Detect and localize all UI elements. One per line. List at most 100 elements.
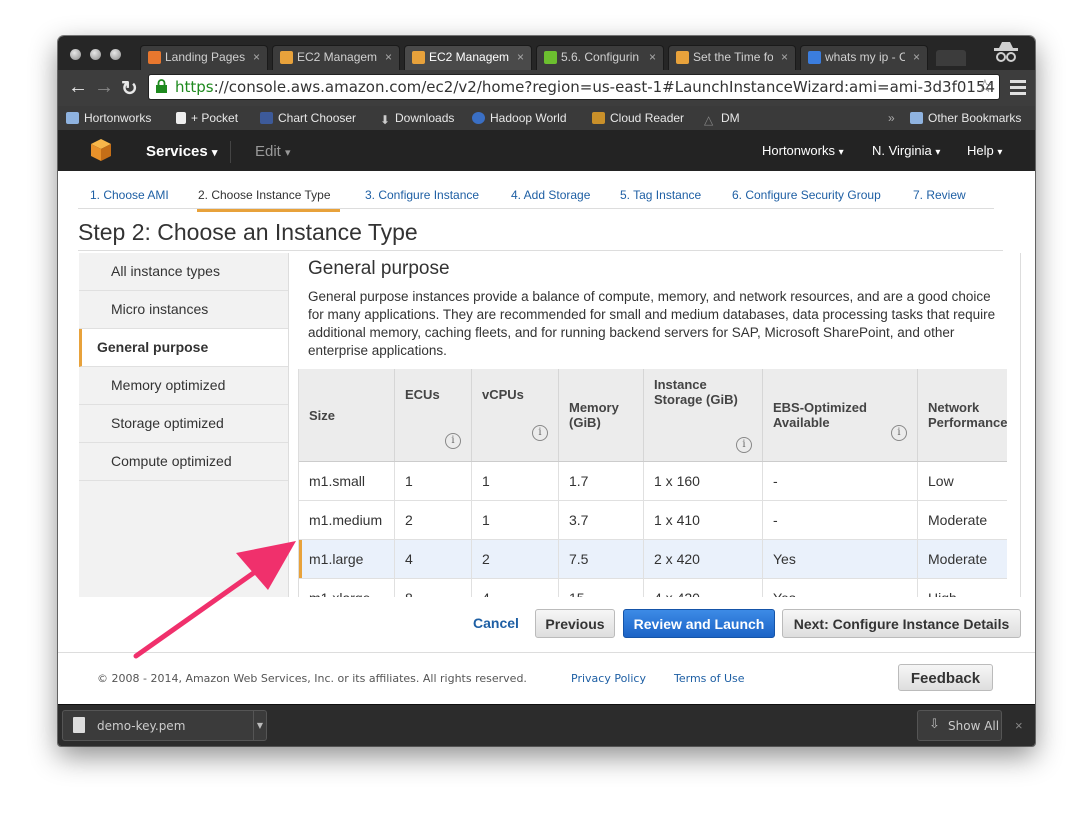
bookmark-cloud-reader[interactable]: Cloud Reader [592, 111, 684, 125]
terms-of-use-link[interactable]: Terms of Use [674, 672, 745, 685]
forward-arrow-icon[interactable]: → [94, 76, 114, 99]
family-storage-optimized[interactable]: Storage optimized [79, 405, 288, 443]
bookmark-favicon-icon [472, 112, 485, 124]
family-compute-optimized[interactable]: Compute optimized [79, 443, 288, 481]
bookmark-star-icon[interactable]: ☆ [977, 76, 993, 97]
close-window-button[interactable] [70, 49, 81, 60]
menu-icon[interactable] [1010, 80, 1026, 96]
cancel-button[interactable]: Cancel [466, 609, 526, 638]
next-configure-instance-button[interactable]: Next: Configure Instance Details [782, 609, 1021, 638]
browser-tab-active[interactable]: EC2 Manageme × [404, 45, 532, 70]
close-icon[interactable]: × [253, 50, 260, 64]
family-micro-instances[interactable]: Micro instances [79, 291, 288, 329]
instance-family-list: All instance types Micro instances Gener… [79, 253, 289, 597]
wizard-step-review[interactable]: 7. Review [913, 188, 966, 209]
url-scheme: https [175, 78, 214, 96]
table-header-row: Size ECUs i vCPUs i Memory (GiB) Instance … [299, 369, 1007, 462]
feedback-button[interactable]: Feedback [898, 664, 993, 691]
bookmark-downloads[interactable]: ⬇ Downloads [380, 111, 454, 127]
info-icon[interactable]: i [532, 425, 548, 441]
review-and-launch-button[interactable]: Review and Launch [623, 609, 775, 638]
table-row[interactable]: m1.xlarge84154 x 420YesHigh [299, 578, 1007, 597]
download-item[interactable]: demo-key.pem ▼ [62, 710, 267, 741]
aws-favicon-icon [412, 51, 425, 64]
content-right-border [1020, 253, 1021, 597]
address-bar[interactable]: https://console.aws.amazon.com/ec2/v2/ho… [148, 74, 1000, 100]
col-size[interactable]: Size [299, 369, 395, 462]
browser-tab[interactable]: Landing Pages × [140, 45, 268, 70]
show-all-downloads-button[interactable]: ⇩ Show All [917, 710, 1002, 741]
chevron-down-icon: ▾ [997, 147, 1003, 158]
family-general-purpose[interactable]: General purpose [79, 329, 288, 367]
wizard-step-choose-ami[interactable]: 1. Choose AMI [90, 188, 169, 209]
services-menu[interactable]: Services ▾ [146, 143, 217, 160]
browser-tab[interactable]: EC2 Manageme × [272, 45, 400, 70]
aws-cube-icon[interactable] [90, 138, 112, 162]
browser-tab[interactable]: 5.6. Configurin × [536, 45, 664, 70]
col-vcpus[interactable]: vCPUs i [471, 369, 559, 462]
family-all-instance-types[interactable]: All instance types [79, 253, 288, 291]
close-icon[interactable]: × [781, 50, 788, 64]
edit-menu[interactable]: Edit ▾ [230, 141, 291, 163]
aws-console-nav: Services ▾ Edit ▾ Hortonworks ▾ N. Virgi… [58, 130, 1035, 171]
download-filename: demo-key.pem [97, 719, 186, 733]
close-icon[interactable]: × [517, 50, 524, 64]
bookmark-chart-chooser[interactable]: Chart Chooser [260, 111, 356, 125]
col-instance-storage[interactable]: Instance Storage (GiB) i [643, 369, 763, 462]
section-description: General purpose instances provide a bala… [308, 289, 996, 358]
close-icon[interactable]: × [385, 50, 392, 64]
col-ebs-optimized[interactable]: EBS-Optimized Available i [762, 369, 918, 462]
privacy-policy-link[interactable]: Privacy Policy [571, 672, 646, 685]
download-bar: demo-key.pem ▼ ⇩ Show All × [58, 704, 1035, 746]
browser-tab[interactable]: whats my ip - C × [800, 45, 928, 70]
zoom-window-button[interactable] [110, 49, 121, 60]
bookmark-pocket[interactable]: + Pocket [176, 111, 238, 125]
family-memory-optimized[interactable]: Memory optimized [79, 367, 288, 405]
bookmark-hortonworks[interactable]: Hortonworks [66, 111, 151, 125]
help-menu[interactable]: Help ▾ [967, 143, 1002, 158]
minimize-window-button[interactable] [90, 49, 101, 60]
bookmark-dm[interactable]: △ DM [704, 111, 740, 127]
close-download-bar-icon[interactable]: × [1015, 718, 1023, 733]
chevron-down-icon: ▾ [285, 147, 291, 159]
browser-tab[interactable]: Set the Time fo × [668, 45, 796, 70]
table-row-selected[interactable]: m1.large 4 2 7.5 2 x 420 Yes Moderate [299, 539, 1007, 579]
hadoop-elephant-icon [544, 51, 557, 64]
chevron-down-icon[interactable]: ▼ [253, 711, 266, 740]
folder-icon [66, 112, 79, 124]
col-ecus[interactable]: ECUs i [394, 369, 472, 462]
tab-strip: Landing Pages × EC2 Manageme × EC2 Manag… [58, 36, 1035, 70]
wizard-step-security-group[interactable]: 6. Configure Security Group [732, 188, 881, 209]
wizard-step-add-storage[interactable]: 4. Add Storage [511, 188, 590, 209]
aws-favicon-icon [280, 51, 293, 64]
close-icon[interactable]: × [913, 50, 920, 64]
table-row[interactable]: m1.medium 2 1 3.7 1 x 410- Moderate [299, 500, 1007, 540]
reload-icon[interactable]: ↻ [121, 76, 138, 101]
chevron-down-icon: ▾ [211, 147, 218, 159]
back-arrow-icon[interactable]: ← [68, 76, 88, 99]
wizard-step-choose-instance-type[interactable]: 2. Choose Instance Type [197, 188, 340, 212]
wizard-step-configure-instance[interactable]: 3. Configure Instance [365, 188, 479, 209]
info-icon[interactable]: i [736, 437, 752, 453]
wizard-step-tag-instance[interactable]: 5. Tag Instance [620, 188, 701, 209]
download-icon: ⬇ [380, 113, 391, 127]
lock-icon [156, 79, 167, 93]
account-menu[interactable]: Hortonworks ▾ [762, 143, 844, 158]
bookmarks-overflow-chevron[interactable]: » [888, 111, 895, 125]
copyright-text: © 2008 - 2014, Amazon Web Services, Inc.… [97, 672, 527, 685]
table-row[interactable]: m1.small 1 1 1.7 1 x 160- Low [299, 461, 1007, 501]
region-menu[interactable]: N. Virginia ▾ [872, 143, 940, 158]
other-bookmarks[interactable]: Other Bookmarks [910, 111, 1021, 125]
section-title: General purpose [308, 258, 450, 279]
info-icon[interactable]: i [891, 425, 907, 441]
new-tab-button[interactable] [936, 50, 966, 66]
info-icon[interactable]: i [445, 433, 461, 449]
google-favicon-icon [808, 51, 821, 64]
col-memory[interactable]: Memory (GiB) [558, 369, 644, 462]
bookmark-hadoop-world[interactable]: Hadoop World [472, 111, 567, 125]
previous-button[interactable]: Previous [535, 609, 615, 638]
col-network-performance[interactable]: Network Performance [917, 369, 1007, 462]
close-icon[interactable]: × [649, 50, 656, 64]
instance-type-table-container[interactable]: Size ECUs i vCPUs i Memory (GiB) Instance … [298, 369, 1007, 597]
browser-window: Landing Pages × EC2 Manageme × EC2 Manag… [58, 36, 1035, 746]
